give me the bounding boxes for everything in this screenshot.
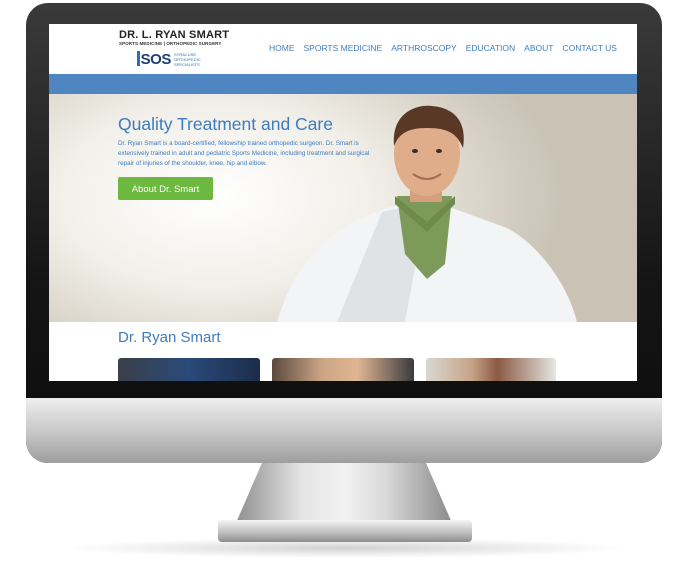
website-screen: DR. L. RYAN SMART SPORTS MEDICINE | ORTH… (49, 24, 637, 381)
nav-item-home[interactable]: HOME (269, 43, 295, 53)
nav-item-education[interactable]: EDUCATION (466, 43, 515, 53)
doctor-photo (277, 105, 577, 322)
sos-logo-text: SOS (140, 51, 172, 68)
doctor-eye-right (436, 149, 442, 153)
monitor-chin (26, 398, 662, 463)
thumbnail-sports-photo[interactable] (118, 358, 260, 381)
hero-title: Quality Treatment and Care (118, 114, 333, 134)
logo-name[interactable]: DR. L. RYAN SMART (119, 29, 229, 41)
hero-description: Dr. Ryan Smart is a board-certified, fel… (118, 140, 370, 167)
sos-logo-caption: SYRACUSE ORTHOPEDIC SPECIALISTS (174, 52, 201, 67)
thumbnail-knee-exam-photo[interactable] (272, 358, 414, 381)
main-nav: HOME SPORTS MEDICINE ARTHROSCOPY EDUCATI… (269, 43, 617, 53)
monitor-stand-base (218, 520, 472, 542)
sos-logo[interactable]: SOS (137, 51, 172, 68)
site-header: DR. L. RYAN SMART SPORTS MEDICINE | ORTH… (49, 24, 637, 74)
nav-item-about[interactable]: ABOUT (524, 43, 553, 53)
about-dr-smart-button[interactable]: About Dr. Smart (118, 177, 213, 200)
nav-item-arthroscopy[interactable]: ARTHROSCOPY (391, 43, 457, 53)
doctor-eye-left (412, 149, 418, 153)
logo-subtitle: SPORTS MEDICINE | ORTHOPEDIC SURGERY (119, 41, 222, 46)
header-band (49, 74, 637, 94)
nav-item-sports-medicine[interactable]: SPORTS MEDICINE (304, 43, 383, 53)
section-title: Dr. Ryan Smart (118, 329, 221, 346)
thumbnail-consultation-photo[interactable] (426, 358, 556, 381)
monitor-stand-neck (236, 463, 452, 523)
nav-item-contact-us[interactable]: CONTACT US (562, 43, 616, 53)
